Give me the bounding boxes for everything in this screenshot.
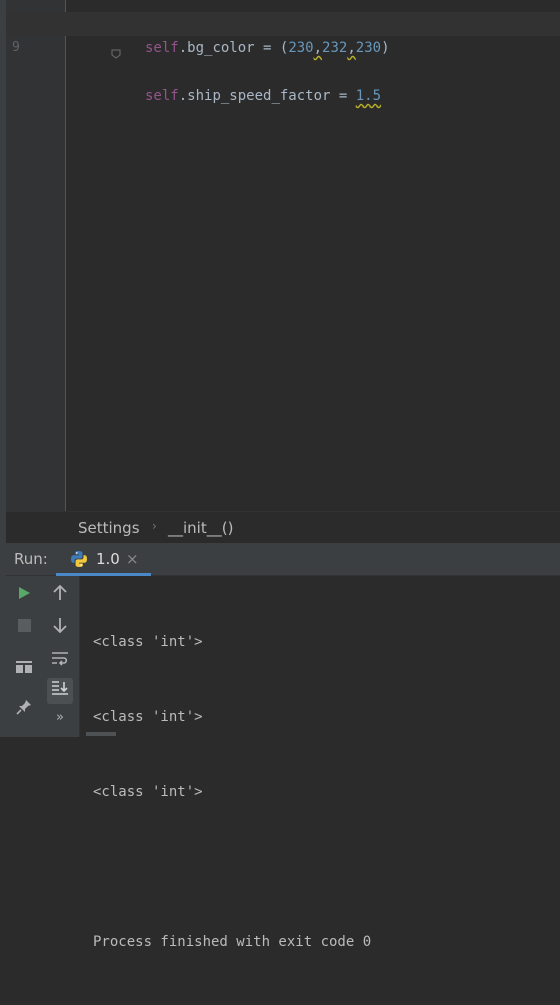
layout-button[interactable]: [11, 654, 37, 680]
run-toolbar: »: [6, 576, 80, 737]
more-actions-button[interactable]: »: [47, 708, 73, 726]
code-text: self.bg_color = (230,232,230): [145, 36, 390, 60]
self-keyword: self: [145, 40, 179, 56]
horizontal-scrollbar[interactable]: [86, 731, 560, 737]
layout-icon: [16, 658, 32, 677]
breadcrumb: Settings › __init__(): [6, 511, 560, 543]
breadcrumb-item-method[interactable]: __init__(): [168, 519, 233, 537]
fold-icon[interactable]: [60, 19, 121, 59]
close-paren: ): [381, 40, 390, 56]
more-icon: »: [56, 709, 64, 725]
code-editor[interactable]: 8 self.bg_color = (230,232,230) 9 self.s…: [6, 0, 560, 511]
scroll-to-end-button[interactable]: [47, 678, 73, 704]
scroll-up-icon: [53, 584, 67, 605]
chevron-right-icon: ›: [152, 519, 157, 533]
breadcrumb-item-class[interactable]: Settings: [78, 519, 140, 537]
comma-2: ,: [347, 40, 356, 56]
attribute-name: bg_color: [187, 40, 255, 56]
run-icon: [17, 585, 31, 604]
attribute-name: ship_speed_factor: [187, 88, 331, 104]
numeric-value: 1.5: [355, 88, 382, 104]
self-keyword: self: [145, 88, 179, 104]
dot: .: [178, 88, 188, 104]
color-value-3: 230: [355, 40, 382, 56]
dot: .: [178, 40, 188, 56]
console-output[interactable]: <class 'int'> <class 'int'> <class 'int'…: [93, 580, 553, 1005]
scroll-up-button[interactable]: [47, 582, 73, 608]
operator: =: [330, 88, 356, 104]
soft-wrap-icon: [51, 651, 69, 671]
stop-button[interactable]: [11, 613, 37, 639]
code-line-9[interactable]: 9 self.ship_speed_factor = 1.5: [6, 12, 560, 104]
scroll-down-button[interactable]: [47, 614, 73, 640]
line-number: 9: [12, 40, 20, 55]
comma-1: ,: [313, 40, 323, 56]
rerun-button[interactable]: [11, 581, 37, 607]
run-panel-title: Run:: [14, 550, 48, 568]
operator: = (: [254, 40, 289, 56]
run-tab[interactable]: 1.0 ×: [56, 543, 151, 576]
code-line-8[interactable]: 8 self.bg_color = (230,232,230): [6, 0, 560, 56]
console-line: <class 'int'>: [93, 634, 203, 650]
console-line-exit: Process finished with exit code 0: [93, 934, 372, 950]
soft-wrap-button[interactable]: [47, 648, 73, 674]
scrollbar-thumb[interactable]: [86, 732, 116, 736]
run-panel-body: » <class 'int'> <class 'int'> <class 'in…: [6, 576, 560, 950]
scroll-down-icon: [53, 617, 67, 637]
scroll-to-end-icon: [51, 681, 69, 701]
pin-icon: [16, 699, 32, 719]
pin-tab-button[interactable]: [11, 696, 37, 722]
code-text: self.ship_speed_factor = 1.5: [145, 84, 381, 108]
run-panel-header: Run: 1.0 ×: [6, 543, 560, 576]
python-icon: [70, 550, 88, 568]
color-value-1: 230: [288, 40, 314, 56]
console-line: <class 'int'>: [93, 784, 203, 800]
run-tab-label: 1.0: [96, 550, 120, 568]
stop-icon: [17, 617, 31, 636]
console-line: <class 'int'>: [93, 709, 203, 725]
color-value-2: 232: [322, 40, 348, 56]
close-icon[interactable]: ×: [126, 550, 139, 568]
